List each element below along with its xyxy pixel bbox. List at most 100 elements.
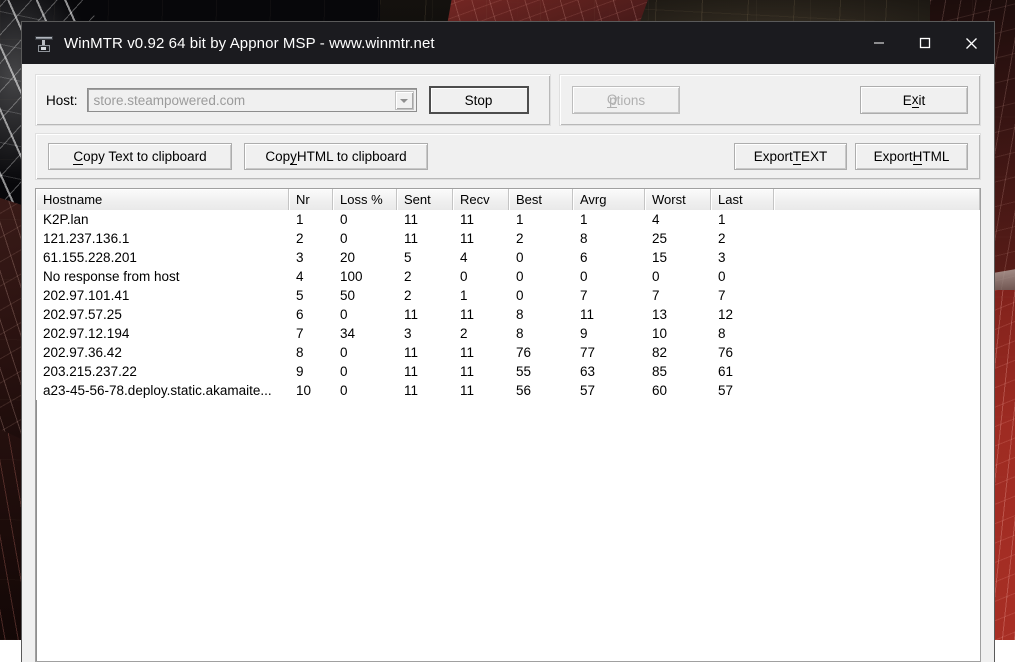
cell-recv: 2 bbox=[460, 326, 468, 341]
column-header-filler bbox=[774, 189, 980, 210]
copy-text-to-clipboard-button[interactable]: Copy Text to clipboard bbox=[48, 143, 232, 170]
cell-loss: 100 bbox=[340, 269, 363, 284]
cell-nr: 5 bbox=[296, 288, 304, 303]
cell-hostname: 61.155.228.201 bbox=[43, 250, 137, 265]
options-button-rest: ptions bbox=[609, 92, 646, 108]
maximize-icon[interactable] bbox=[902, 22, 948, 64]
cell-avrg: 6 bbox=[580, 250, 588, 265]
options-button[interactable]: OOptionsptions bbox=[572, 86, 680, 114]
cell-worst: 25 bbox=[652, 231, 668, 246]
traceroute-listview[interactable]: Hostname Nr Loss % Sent Recv Best Avrg W… bbox=[35, 188, 981, 662]
table-row[interactable]: 121.237.136.1 2 0 11 11 2 8 25 2 bbox=[36, 229, 980, 248]
table-row[interactable]: K2P.lan 1 0 11 11 1 1 4 1 bbox=[36, 210, 980, 229]
export-html-accel: H bbox=[912, 148, 923, 165]
cell-avrg: 9 bbox=[580, 326, 588, 341]
column-header-best[interactable]: Best bbox=[509, 189, 573, 210]
column-header-nr[interactable]: Nr bbox=[289, 189, 333, 210]
cell-recv: 0 bbox=[460, 269, 468, 284]
cell-worst: 0 bbox=[652, 269, 660, 284]
cell-last: 76 bbox=[718, 345, 734, 360]
copy-text-label-post: opy Text to clipboard bbox=[83, 149, 207, 164]
winmtr-window: WinMTR v0.92 64 bit by Appnor MSP - www.… bbox=[22, 22, 994, 662]
table-row[interactable]: 203.215.237.22 9 0 11 11 55 63 85 61 bbox=[36, 362, 980, 381]
cell-recv: 1 bbox=[460, 288, 468, 303]
cell-sent: 11 bbox=[404, 364, 419, 379]
export-html-button[interactable]: Export H TML bbox=[855, 143, 968, 170]
cell-hostname: K2P.lan bbox=[43, 212, 89, 227]
column-header-loss[interactable]: Loss % bbox=[333, 189, 397, 210]
column-header-worst[interactable]: Worst bbox=[645, 189, 711, 210]
actions-panel: Copy Text to clipboard Cop y HTML to clip… bbox=[35, 133, 981, 180]
cell-best: 8 bbox=[516, 307, 524, 322]
cell-recv: 11 bbox=[460, 212, 475, 227]
cell-hostname: a23-45-56-78.deploy.static.akamaite... bbox=[43, 383, 272, 398]
cell-hostname: 202.97.101.41 bbox=[43, 288, 130, 303]
exit-button-label-post: it bbox=[918, 92, 926, 108]
cell-sent: 3 bbox=[404, 326, 412, 341]
host-panel: Host: store.steampowered.com Stop bbox=[35, 74, 551, 126]
table-row[interactable]: 202.97.101.41 5 50 2 1 0 7 7 7 bbox=[36, 286, 980, 305]
column-header-last[interactable]: Last bbox=[711, 189, 774, 210]
export-html-label-post: TML bbox=[922, 149, 950, 164]
cell-last: 12 bbox=[718, 307, 734, 322]
cell-best: 0 bbox=[516, 269, 524, 284]
cell-avrg: 63 bbox=[580, 364, 596, 379]
export-text-accel: T bbox=[792, 148, 801, 165]
cell-worst: 4 bbox=[652, 212, 660, 227]
cell-best: 0 bbox=[516, 250, 524, 265]
column-header-avrg[interactable]: Avrg bbox=[573, 189, 645, 210]
cell-sent: 11 bbox=[404, 231, 419, 246]
table-row[interactable]: 202.97.36.42 8 0 11 11 76 77 82 76 bbox=[36, 343, 980, 362]
cell-worst: 10 bbox=[652, 326, 668, 341]
copy-text-accel: C bbox=[73, 148, 84, 165]
listview-header: Hostname Nr Loss % Sent Recv Best Avrg W… bbox=[36, 189, 980, 210]
exit-button-accel: x bbox=[911, 92, 919, 108]
table-row[interactable]: 61.155.228.201 3 20 5 4 0 6 15 3 bbox=[36, 248, 980, 267]
cell-last: 57 bbox=[718, 383, 734, 398]
cell-loss: 0 bbox=[340, 345, 348, 360]
table-row[interactable]: No response from host 4 100 2 0 0 0 0 0 bbox=[36, 267, 980, 286]
chevron-down-icon[interactable] bbox=[394, 91, 414, 110]
cell-avrg: 57 bbox=[580, 383, 596, 398]
table-row[interactable]: a23-45-56-78.deploy.static.akamaite... 10… bbox=[36, 381, 980, 400]
column-header-hostname[interactable]: Hostname bbox=[36, 189, 289, 210]
toolbar-row-actions: Copy Text to clipboard Cop y HTML to clip… bbox=[35, 133, 981, 180]
table-row[interactable]: 202.97.12.194 7 34 3 2 8 9 10 8 bbox=[36, 324, 980, 343]
minimize-icon[interactable] bbox=[856, 22, 902, 64]
cell-loss: 0 bbox=[340, 364, 348, 379]
exit-button[interactable]: Ex it bbox=[860, 86, 968, 114]
cell-last: 8 bbox=[718, 326, 726, 341]
table-row[interactable]: 202.97.57.25 6 0 11 11 8 11 13 12 bbox=[36, 305, 980, 324]
cell-recv: 11 bbox=[460, 364, 475, 379]
host-input[interactable]: store.steampowered.com bbox=[86, 88, 417, 112]
copy-html-to-clipboard-button[interactable]: Cop y HTML to clipboard bbox=[244, 143, 428, 170]
cell-best: 55 bbox=[516, 364, 532, 379]
column-header-sent[interactable]: Sent bbox=[397, 189, 453, 210]
export-button-group: Export T EXT Export H TML bbox=[734, 143, 968, 170]
window-titlebar[interactable]: WinMTR v0.92 64 bit by Appnor MSP - www.… bbox=[22, 22, 994, 64]
cell-sent: 2 bbox=[404, 288, 412, 303]
exit-button-label-pre: E bbox=[902, 92, 912, 108]
copy-html-label-pre: Cop bbox=[265, 149, 291, 164]
cell-hostname: No response from host bbox=[43, 269, 180, 284]
cell-loss: 0 bbox=[340, 307, 348, 322]
cell-avrg: 11 bbox=[580, 307, 595, 322]
cell-nr: 2 bbox=[296, 231, 304, 246]
stop-button[interactable]: Stop bbox=[428, 86, 529, 114]
export-html-label-pre: Export bbox=[873, 149, 913, 164]
cell-avrg: 7 bbox=[580, 288, 588, 303]
cell-hostname: 202.97.12.194 bbox=[43, 326, 130, 341]
cell-worst: 85 bbox=[652, 364, 668, 379]
close-icon[interactable] bbox=[948, 22, 994, 64]
cell-nr: 3 bbox=[296, 250, 304, 265]
cell-recv: 4 bbox=[460, 250, 468, 265]
cell-sent: 2 bbox=[404, 269, 412, 284]
export-text-button[interactable]: Export T EXT bbox=[734, 143, 847, 170]
cell-worst: 82 bbox=[652, 345, 668, 360]
cell-hostname: 203.215.237.22 bbox=[43, 364, 137, 379]
cell-hostname: 121.237.136.1 bbox=[43, 231, 130, 246]
cell-sent: 5 bbox=[404, 250, 412, 265]
cell-nr: 9 bbox=[296, 364, 304, 379]
listview-body: K2P.lan 1 0 11 11 1 1 4 1 121.237.136.1 2 0 11 11 2 8 25… bbox=[36, 210, 980, 400]
column-header-recv[interactable]: Recv bbox=[453, 189, 509, 210]
